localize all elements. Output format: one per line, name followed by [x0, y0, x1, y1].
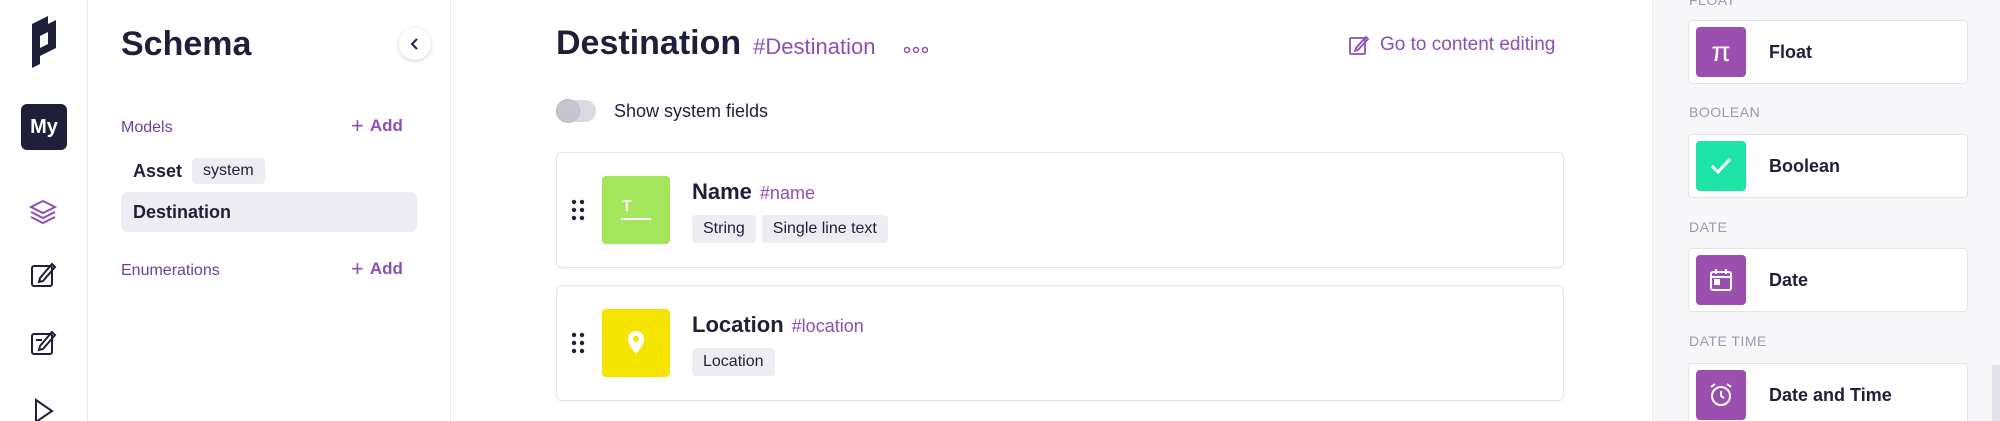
map-pin-icon: [602, 309, 670, 377]
add-enumeration-label: Add: [369, 259, 403, 278]
show-system-fields-toggle[interactable]: [556, 99, 596, 123]
plus-icon: +: [351, 256, 364, 281]
sidebar-item-destination[interactable]: Destination: [121, 192, 417, 232]
field-card-name[interactable]: T Name #name String Single line text: [556, 152, 1564, 268]
go-to-content-editing-link[interactable]: Go to content editing: [1348, 34, 1555, 56]
text-icon: T: [602, 176, 670, 244]
field-api-id: #location: [791, 316, 864, 336]
chevron-left-icon: [410, 38, 418, 50]
field-name: Name: [692, 179, 752, 204]
model-name: Destination: [133, 201, 232, 222]
go-to-content-editing-label: Go to content editing: [1380, 34, 1556, 55]
sidebar-title: Schema: [121, 25, 252, 63]
field-type-boolean[interactable]: Boolean: [1688, 134, 1968, 198]
scrollbar[interactable]: [1992, 365, 2000, 421]
field-title: Location #location: [692, 312, 864, 338]
calendar-icon: [1696, 255, 1746, 305]
model-api-id: #Destination: [753, 34, 876, 59]
system-badge: system: [192, 158, 265, 184]
field-type-label: Float: [1769, 41, 1812, 62]
toggle-label: Show system fields: [614, 100, 769, 121]
group-label-boolean: BOOLEAN: [1689, 104, 1761, 120]
alarm-clock-icon: [1696, 370, 1746, 420]
plus-icon: +: [351, 113, 364, 138]
field-type-label: Date and Time: [1769, 384, 1892, 405]
hygraph-logo-icon[interactable]: [26, 14, 62, 70]
edit-icon: [1349, 35, 1370, 55]
more-options-icon[interactable]: [903, 42, 929, 60]
field-type-date[interactable]: Date: [1688, 248, 1968, 312]
field-card-location[interactable]: Location #location Location: [556, 285, 1564, 401]
collapse-sidebar-button[interactable]: [399, 28, 431, 60]
edit-icon[interactable]: [26, 258, 60, 292]
field-tags: Location: [692, 348, 775, 376]
group-label-date-time: DATE TIME: [1689, 333, 1767, 349]
project-avatar[interactable]: My: [21, 104, 67, 150]
group-label-date: DATE: [1689, 219, 1728, 235]
system-fields-toggle-row: Show system fields: [556, 99, 769, 123]
play-icon[interactable]: [26, 394, 60, 421]
field-type-date-and-time[interactable]: Date and Time: [1688, 363, 1968, 421]
add-enumeration-button[interactable]: + Add: [351, 258, 403, 280]
field-type-tag: Single line text: [761, 215, 888, 243]
pi-icon: π: [1696, 27, 1746, 77]
field-type-label: Date: [1769, 269, 1809, 290]
field-type-tag: String: [692, 215, 756, 243]
layers-icon[interactable]: [26, 194, 60, 228]
models-section-label: Models: [121, 119, 173, 136]
add-model-label: Add: [369, 116, 403, 135]
model-header: Destination #Destination: [556, 24, 875, 63]
drag-handle-icon[interactable]: [571, 332, 585, 354]
field-title: Name #name: [692, 179, 815, 205]
field-type-float[interactable]: π Float: [1688, 20, 1968, 84]
model-editor: Destination #Destination Go to content e…: [452, 0, 1652, 421]
model-name: Asset: [133, 160, 183, 181]
edit-list-icon[interactable]: [26, 326, 60, 360]
check-icon: [1696, 141, 1746, 191]
field-name: Location: [692, 312, 784, 337]
svg-text:T: T: [622, 198, 632, 215]
group-label-float: FLOAT: [1689, 0, 1736, 8]
field-types-panel: FLOAT π Float BOOLEAN Boolean DATE Date …: [1652, 0, 2000, 421]
field-type-label: Boolean: [1769, 155, 1841, 176]
field-type-tag: Location: [692, 348, 775, 376]
enumerations-section-label: Enumerations: [121, 262, 220, 279]
schema-sidebar: Schema Models + Add Asset system Destina…: [88, 0, 451, 421]
field-tags: String Single line text: [692, 215, 888, 243]
sidebar-item-asset[interactable]: Asset system: [121, 151, 417, 191]
page-title: Destination: [556, 24, 742, 62]
drag-handle-icon[interactable]: [571, 199, 585, 221]
add-model-button[interactable]: + Add: [351, 115, 403, 137]
icon-rail: My: [0, 0, 88, 421]
field-api-id: #name: [759, 183, 815, 203]
